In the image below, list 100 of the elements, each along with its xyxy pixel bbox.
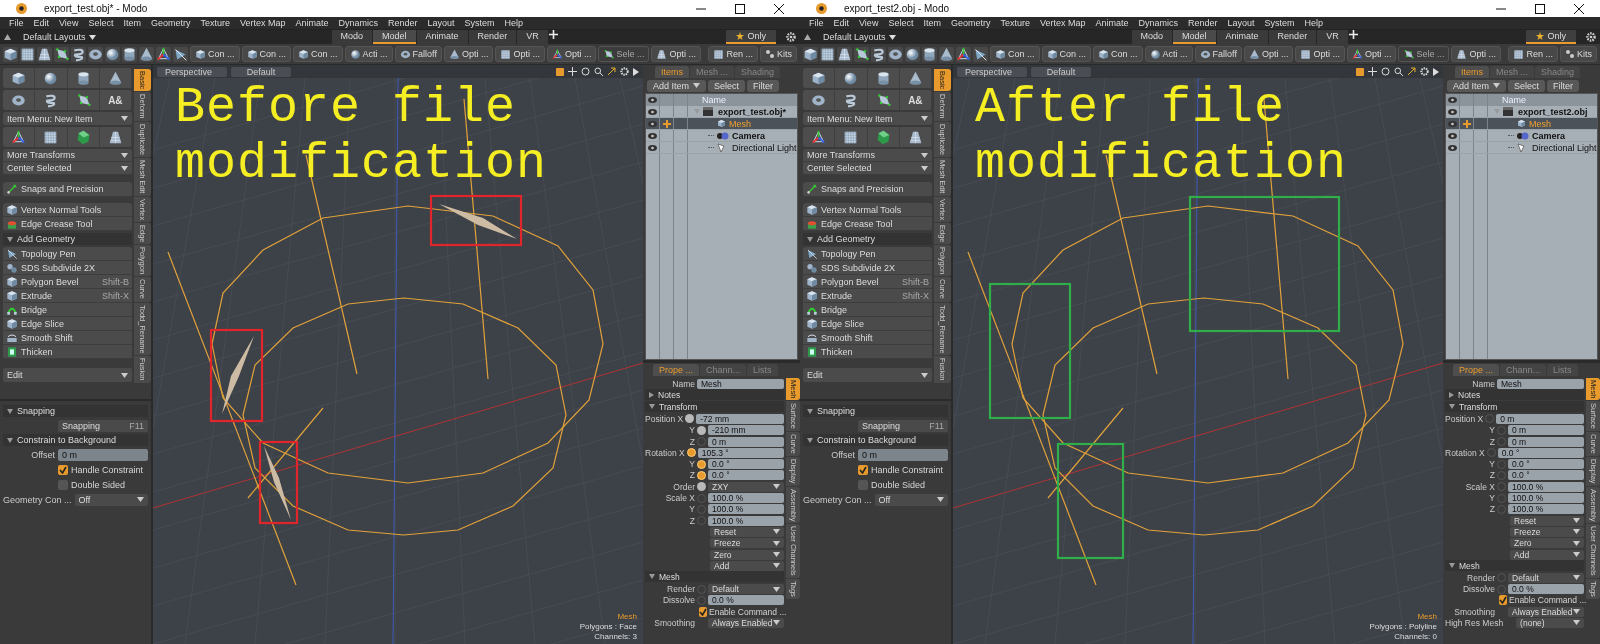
value-field[interactable]: 0.0 % (1508, 584, 1584, 595)
rotate-icon[interactable] (581, 67, 590, 76)
toolbar-button[interactable]: Con ... (293, 46, 343, 62)
value-field[interactable]: 0 m (708, 436, 784, 447)
panel-tab[interactable]: Prope ... (1453, 364, 1500, 376)
menu-dropdown[interactable]: Freeze (1510, 526, 1584, 537)
menu-item[interactable]: Help (499, 18, 529, 28)
sphere-icon[interactable] (905, 46, 920, 62)
tool-button[interactable]: Thicken (3, 345, 132, 359)
checkbox[interactable] (699, 606, 707, 617)
layout-tab[interactable]: VR (1317, 30, 1348, 44)
item-menu-dropdown[interactable]: Item Menu: New Item (803, 112, 932, 125)
panel-button[interactable]: Select (1508, 79, 1546, 92)
toolbar-button[interactable]: Con ... (1041, 46, 1092, 62)
dropdown[interactable]: Center Selected (803, 162, 932, 175)
square-icon[interactable] (556, 67, 564, 76)
spiral-icon[interactable] (871, 46, 886, 62)
dropdown[interactable]: More Transforms (803, 149, 932, 162)
collapse-arrow-icon[interactable] (1449, 391, 1454, 398)
menu-item[interactable]: System (459, 18, 500, 28)
menu-item[interactable]: Texture (995, 18, 1035, 28)
cube-icon[interactable] (811, 70, 827, 86)
offset-field[interactable]: 0 m (858, 448, 948, 461)
gear-icon[interactable] (620, 67, 629, 76)
layout-tab[interactable]: Animate (1216, 30, 1268, 44)
tool-button[interactable]: Smooth Shift (3, 331, 132, 345)
menu-item[interactable]: Layout (422, 18, 460, 28)
menu-dropdown[interactable]: Reset (710, 526, 784, 537)
expand-arrow-icon[interactable] (7, 408, 13, 414)
dropdown[interactable]: ZXY (708, 481, 784, 492)
cone-icon[interactable] (139, 46, 154, 62)
value-field[interactable]: 100.0 % (1508, 504, 1584, 515)
tool-button[interactable]: Bridge (803, 303, 932, 317)
tool-button[interactable]: Smooth Shift (803, 331, 932, 345)
menu-dropdown[interactable]: Add (710, 560, 784, 571)
spiral-icon[interactable] (71, 46, 86, 62)
torus-icon[interactable] (888, 46, 903, 62)
toolbar-button[interactable]: Acti ... (344, 46, 393, 62)
panel-button[interactable]: Select (708, 79, 746, 92)
layout-tab[interactable]: Modo (1131, 30, 1173, 44)
value-field[interactable]: 0 m (1508, 425, 1584, 436)
only-button[interactable]: Only (1526, 30, 1576, 44)
sphere-icon[interactable] (843, 70, 859, 86)
menu-item[interactable]: Select (83, 18, 119, 28)
expand-arrow-icon[interactable] (807, 408, 813, 414)
tool-button[interactable]: Topology Pen (3, 247, 132, 261)
panel-tab[interactable]: Items (655, 66, 689, 78)
toolbar-button[interactable]: Kits (760, 46, 797, 62)
menu-item[interactable]: Item (118, 18, 146, 28)
menu-item[interactable]: Layout (1222, 18, 1260, 28)
expand-arrow-icon[interactable] (7, 236, 13, 242)
dropdown[interactable]: Always Enabled (708, 618, 784, 628)
menu-item[interactable]: Vertex Map (1034, 18, 1091, 28)
panel-tab[interactable]: Prope ... (653, 364, 700, 376)
cube-icon[interactable] (11, 70, 27, 86)
tool-button[interactable]: SDS Subdivide 2X (3, 261, 132, 275)
expand-arrow-icon[interactable] (1449, 563, 1455, 569)
value-field[interactable]: 100.0 % (1508, 481, 1584, 492)
toolbar-button[interactable]: Con ... (990, 46, 1040, 62)
move-icon[interactable] (1368, 67, 1377, 76)
checkbox[interactable] (58, 464, 68, 475)
section-header[interactable]: Notes (645, 389, 784, 401)
toolbar-button[interactable]: Ren ... (708, 46, 758, 62)
value-field[interactable]: 100.0 % (1508, 493, 1584, 503)
section-header[interactable]: Add Geometry (803, 233, 932, 245)
menu-item[interactable]: Render (383, 18, 423, 28)
tool-button[interactable]: Vertex Normal Tools (3, 203, 132, 217)
eye-icon[interactable] (648, 120, 657, 127)
plane-icon[interactable] (37, 46, 52, 62)
menu-item[interactable]: Render (1183, 18, 1223, 28)
expand-icon[interactable] (1407, 67, 1416, 76)
eye-icon[interactable] (1448, 144, 1457, 151)
style-dropdown[interactable]: Default (1031, 66, 1091, 77)
checkbox[interactable] (58, 479, 68, 490)
dropdown[interactable]: More Transforms (3, 149, 132, 162)
cylinder-icon[interactable] (922, 46, 937, 62)
toolbar-button[interactable]: Opti ... (1295, 46, 1345, 62)
collapse-icon[interactable] (4, 34, 11, 40)
grid-icon[interactable] (20, 46, 35, 62)
eye-icon[interactable] (648, 132, 657, 139)
value-field[interactable]: 0.0 % (708, 595, 784, 606)
eye-icon[interactable] (648, 108, 657, 115)
close-icon[interactable] (774, 3, 784, 14)
toolbar-button[interactable]: Con ... (1093, 46, 1143, 62)
menu-dropdown[interactable]: Freeze (710, 538, 784, 549)
cone-icon[interactable] (939, 46, 954, 62)
tool-button[interactable]: SDS Subdivide 2X (803, 261, 932, 275)
layouts-dropdown[interactable]: Default Layouts (23, 32, 96, 42)
sphere-icon[interactable] (105, 46, 120, 62)
tool-button[interactable]: Vertex Normal Tools (803, 203, 932, 217)
layout-tab[interactable]: Modo (331, 30, 373, 44)
dropdown[interactable]: Default (1508, 572, 1584, 583)
rotate-icon[interactable] (1381, 67, 1390, 76)
menu-item[interactable]: Geometry (145, 18, 196, 28)
gear-icon[interactable] (1420, 67, 1429, 76)
tool-button[interactable]: Polygon Bevel Shift-B (803, 275, 932, 289)
section-header[interactable]: Mesh (645, 571, 784, 583)
dropdown[interactable]: Off (874, 493, 948, 506)
expand-arrow-icon[interactable] (807, 236, 813, 242)
layout-tab[interactable]: Render (468, 30, 517, 44)
